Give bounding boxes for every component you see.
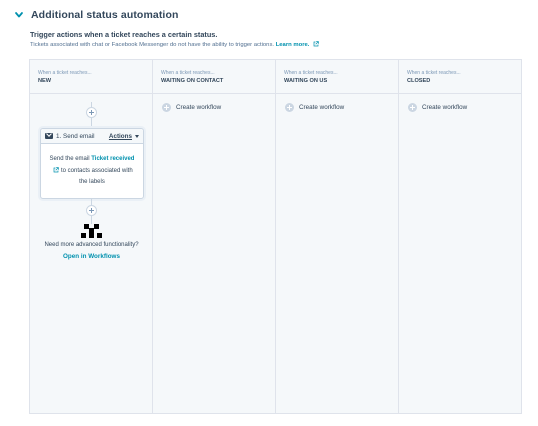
create-workflow-label: Create workflow [299,104,345,111]
column-status-label: CLOSED [407,78,431,84]
caret-down-icon [135,134,139,138]
plus-circle-icon [408,103,417,112]
create-workflow-button[interactable]: Create workflow [408,103,467,112]
column-pre-label: When a ticket reaches... [407,70,461,76]
step-body-suffix: to contacts associated with the labels [60,167,133,186]
column-status-label: WAITING ON US [284,78,328,84]
step-body-prefix: Send the email [49,156,90,162]
workflow-step-card: 1. Send email Actions Send the email Tic… [40,128,144,199]
create-workflow-button[interactable]: Create workflow [285,103,344,112]
section-subtitle: Trigger actions when a ticket reaches a … [30,30,218,39]
column-status-label: NEW [38,78,52,84]
advanced-functionality-text: Need more advanced functionality? [44,242,139,248]
column-body: Create workflow [276,94,398,413]
add-step-button[interactable] [86,205,97,216]
plus-circle-icon [285,103,294,112]
email-link[interactable]: Ticket received [91,156,134,162]
open-in-workflows-link[interactable]: Open in Workflows [30,253,153,260]
column-header: When a ticket reaches... NEW [30,60,152,94]
column-pre-label: When a ticket reaches... [38,70,92,76]
end-flag-icon [81,224,102,238]
actions-dropdown[interactable]: Actions [109,133,139,140]
create-workflow-label: Create workflow [422,104,468,111]
column-header: When a ticket reaches... WAITING ON CONT… [153,60,275,94]
status-board: When a ticket reaches... NEW 1. Send ema… [29,59,522,414]
email-icon [45,133,53,139]
status-column-new: When a ticket reaches... NEW 1. Send ema… [30,60,153,413]
section-description: Tickets associated with chat or Facebook… [30,41,319,48]
external-link-icon [53,166,60,172]
column-header: When a ticket reaches... WAITING ON US [276,60,398,94]
step-title: 1. Send email [56,132,95,140]
create-workflow-button[interactable]: Create workflow [162,103,221,112]
status-column-closed: When a ticket reaches... CLOSED Create w… [399,60,521,413]
column-pre-label: When a ticket reaches... [161,70,215,76]
section-toggle[interactable]: Additional status automation [14,9,178,21]
plus-circle-icon [162,103,171,112]
column-body: 1. Send email Actions Send the email Tic… [30,94,152,413]
add-step-button[interactable] [86,107,97,118]
workflow-flow: 1. Send email Actions Send the email Tic… [30,94,153,294]
status-column-waiting-on-contact: When a ticket reaches... WAITING ON CONT… [153,60,276,413]
section-title: Additional status automation [31,9,179,21]
status-column-waiting-on-us: When a ticket reaches... WAITING ON US C… [276,60,399,413]
column-status-label: WAITING ON CONTACT [161,78,224,84]
create-workflow-label: Create workflow [176,104,222,111]
actions-label: Actions [108,132,132,140]
step-description: Send the email Ticket received to contac… [41,144,143,189]
step-card-header: 1. Send email Actions [41,129,143,144]
external-link-icon [313,41,319,47]
column-header: When a ticket reaches... CLOSED [399,60,521,94]
description-text: Tickets associated with chat or Facebook… [30,42,275,48]
column-pre-label: When a ticket reaches... [284,70,338,76]
column-body: Create workflow [399,94,521,413]
chevron-down-icon [15,12,23,18]
column-body: Create workflow [153,94,275,413]
learn-more-link[interactable]: Learn more. [276,42,310,48]
